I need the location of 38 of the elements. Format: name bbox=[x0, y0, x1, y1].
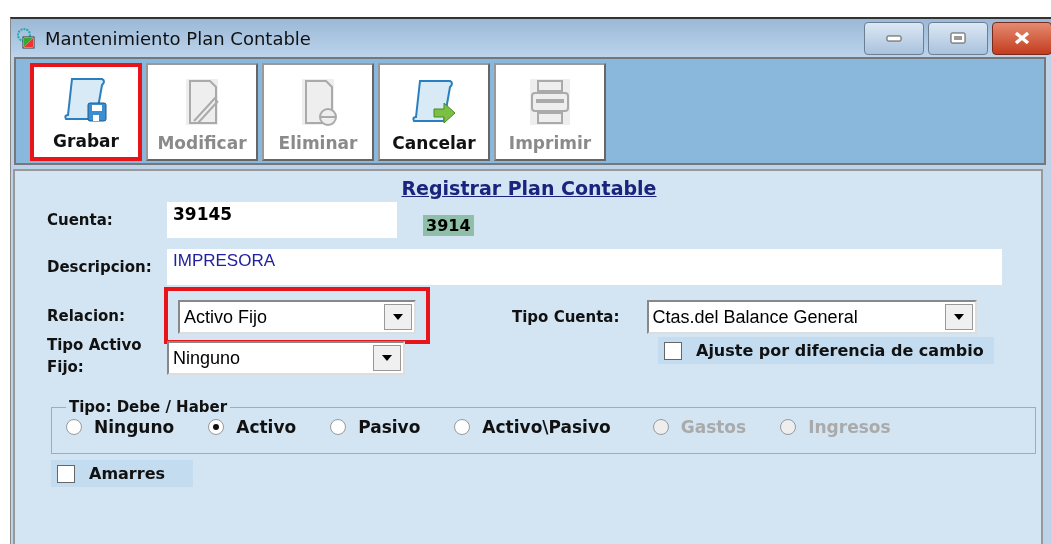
close-icon bbox=[1013, 31, 1031, 45]
radio-option[interactable]: Ninguno bbox=[66, 417, 175, 437]
dropdown-arrow-icon bbox=[393, 314, 403, 320]
account-type-dropdown[interactable]: Ctas.del Balance General bbox=[646, 300, 977, 334]
field-label: Tipo Activo Fijo: bbox=[47, 335, 143, 378]
radio-button[interactable] bbox=[66, 419, 82, 435]
radio-option[interactable]: Activo\Pasivo bbox=[454, 417, 611, 437]
field-label: Descripcion: bbox=[47, 258, 153, 276]
radio-button[interactable] bbox=[330, 419, 347, 435]
radio-button[interactable] bbox=[454, 419, 471, 435]
radio-option[interactable]: Activo bbox=[208, 417, 297, 437]
description-input[interactable]: IMPRESORA bbox=[167, 249, 1002, 285]
checkbox[interactable] bbox=[664, 341, 682, 360]
fixed-asset-type-dropdown[interactable]: Ninguno bbox=[167, 341, 405, 375]
cancel-button[interactable]: Cancelar bbox=[378, 63, 490, 161]
minimize-icon bbox=[886, 34, 902, 42]
maximize-icon bbox=[950, 32, 966, 44]
radio-option[interactable]: Pasivo bbox=[330, 417, 421, 437]
dropdown-arrow-icon bbox=[954, 314, 964, 320]
amarres-checkbox[interactable]: Amarres bbox=[51, 460, 193, 487]
field-label: Tipo Cuenta: bbox=[512, 308, 621, 326]
group-legend: Tipo: Debe / Haber bbox=[66, 398, 231, 416]
radio-button[interactable] bbox=[208, 419, 225, 435]
relation-dropdown[interactable]: Activo Fijo bbox=[178, 300, 416, 334]
app-icon bbox=[15, 27, 37, 49]
account-input[interactable]: 39145 bbox=[167, 202, 397, 238]
window-title: Mantenimiento Plan Contable bbox=[45, 27, 311, 49]
dropdown-arrow-icon bbox=[382, 355, 392, 361]
maximize-button[interactable] bbox=[928, 21, 988, 55]
parent-account-code: 3914 bbox=[423, 214, 474, 236]
checkbox[interactable] bbox=[57, 464, 75, 483]
form-heading: Registrar Plan Contable bbox=[401, 177, 657, 199]
field-label: Cuenta: bbox=[47, 211, 114, 229]
save-button[interactable]: Grabar bbox=[30, 63, 142, 161]
minimize-button[interactable] bbox=[864, 21, 924, 55]
field-label: Relacion: bbox=[47, 306, 126, 325]
close-button[interactable] bbox=[992, 21, 1051, 55]
exchange-adjust-checkbox[interactable]: Ajuste por diferencia de cambio bbox=[658, 337, 994, 364]
